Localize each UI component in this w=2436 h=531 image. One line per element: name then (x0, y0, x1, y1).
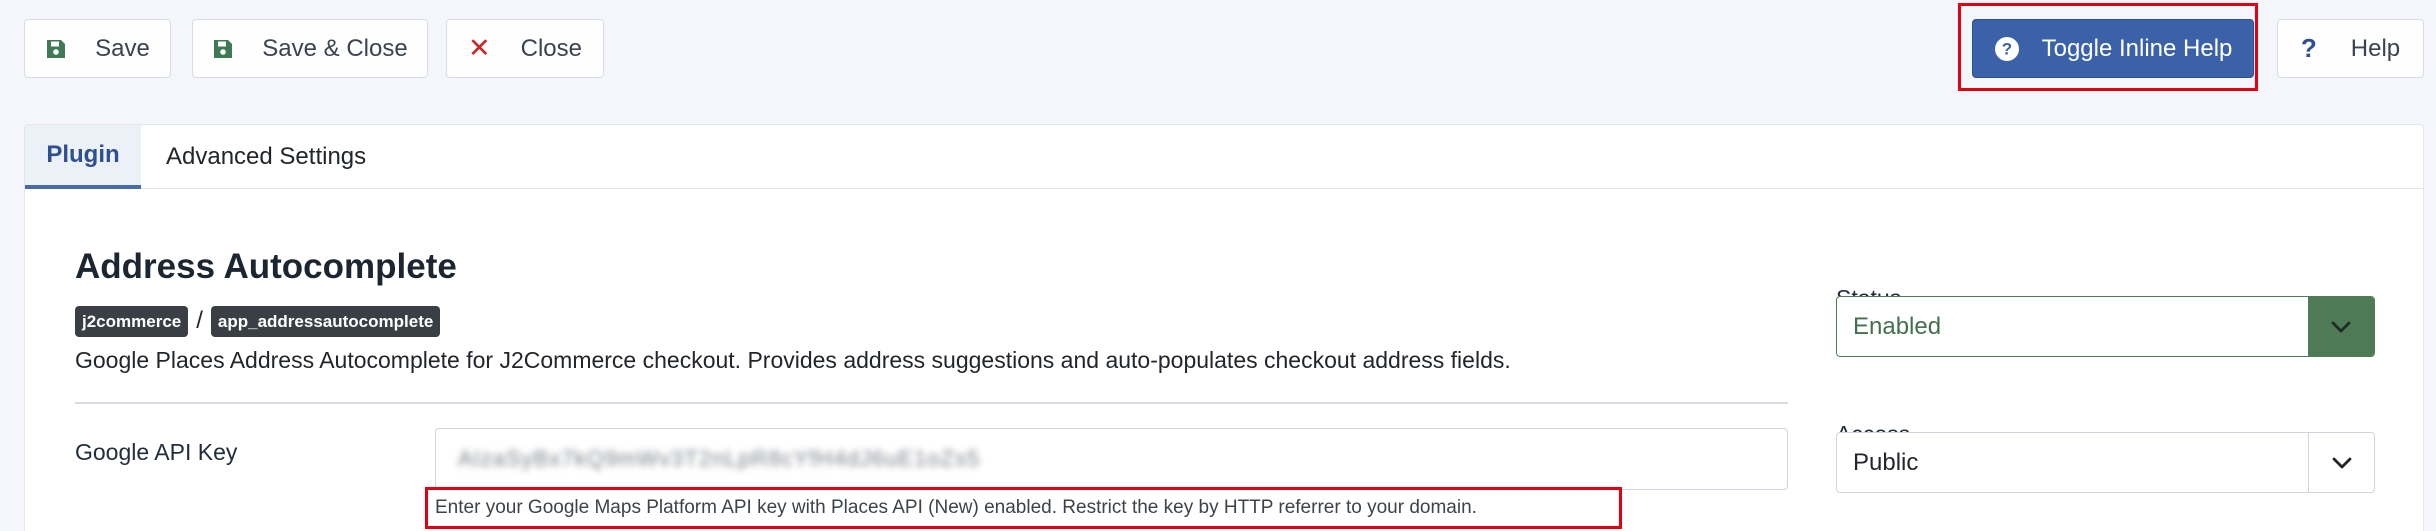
save-and-close-button[interactable]: Save & Close (192, 19, 428, 78)
question-icon: ? (2300, 33, 2317, 63)
badge-group: j2commerce (75, 305, 189, 337)
tab-bar: Plugin Advanced Settings (25, 125, 2423, 189)
toggle-inline-help-button[interactable]: ? Toggle Inline Help (1972, 19, 2254, 78)
help-button[interactable]: ? Help (2277, 19, 2424, 78)
chevron-down-icon (2308, 297, 2374, 356)
toggle-inline-help-label: Toggle Inline Help (2041, 34, 2233, 62)
google-api-key-input[interactable]: AIzaSyBx7kQ9mWv3T2nLpR8cYfH4dJ6uE1oZs5 (435, 428, 1788, 490)
chevron-down-icon (2308, 433, 2374, 492)
badge-separator: / (196, 307, 203, 334)
tab-advanced-settings[interactable]: Advanced Settings (166, 125, 366, 189)
svg-text:?: ? (2001, 39, 2011, 58)
toolbar: Save Save & Close ✕ Close ? Toggle Inlin… (0, 0, 2436, 98)
save-button[interactable]: Save (24, 19, 171, 78)
question-circle-icon: ? (1994, 36, 2020, 62)
status-select-value: Enabled (1853, 312, 1942, 340)
close-button-label: Close (520, 34, 582, 62)
api-key-help-text: Enter your Google Maps Platform API key … (435, 497, 1477, 518)
x-icon: ✕ (468, 33, 491, 63)
divider (75, 402, 1788, 404)
plugin-badges: j2commerce / app_addressautocomplete (75, 305, 441, 337)
access-select-value: Public (1853, 448, 1919, 476)
floppy-disk-icon (212, 38, 234, 60)
floppy-disk-icon (45, 38, 67, 60)
plugin-edit-panel: Plugin Advanced Settings Address Autocom… (24, 124, 2424, 531)
badge-element: app_addressautocomplete (210, 305, 441, 337)
access-select[interactable]: Public (1836, 432, 2375, 493)
save-button-label: Save (95, 34, 150, 62)
plugin-description: Google Places Address Autocomplete for J… (75, 347, 1511, 373)
save-and-close-label: Save & Close (262, 34, 408, 62)
tab-plugin[interactable]: Plugin (25, 125, 141, 189)
status-select[interactable]: Enabled (1836, 296, 2375, 357)
google-api-key-label: Google API Key (75, 439, 238, 465)
close-button[interactable]: ✕ Close (446, 19, 604, 78)
help-button-label: Help (2350, 34, 2401, 62)
page-title: Address Autocomplete (75, 247, 457, 286)
api-key-value-redacted: AIzaSyBx7kQ9mWv3T2nLpR8cYfH4dJ6uE1oZs5 (458, 446, 981, 471)
